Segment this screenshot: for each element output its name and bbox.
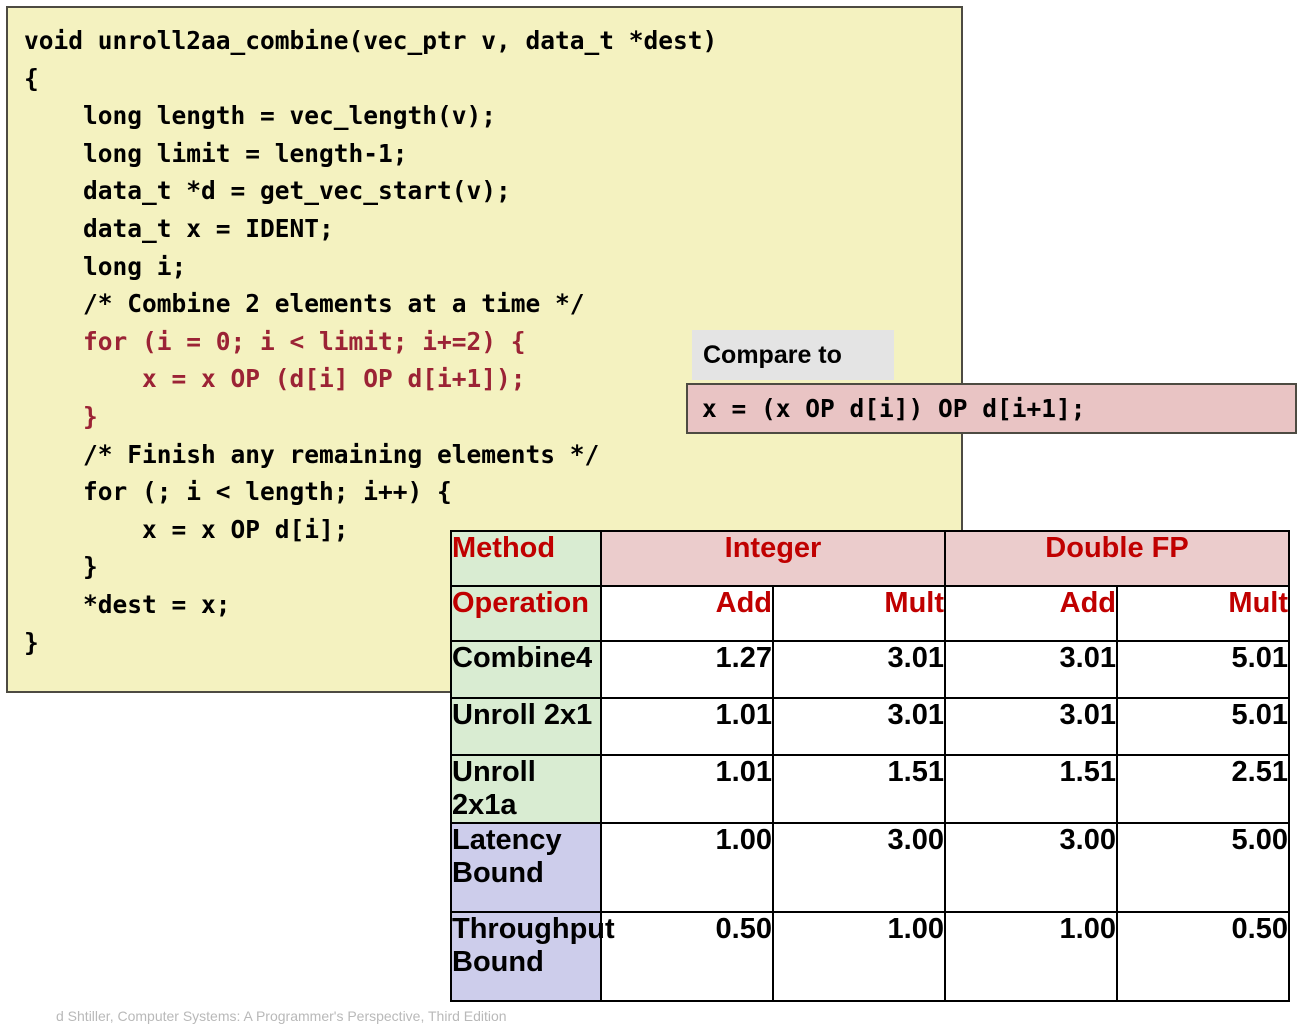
- table-row: Throughput Bound 0.50 1.00 1.00 0.50: [450, 911, 1290, 1002]
- table-body: Method Integer Double FP Operation Add M…: [450, 530, 1290, 1002]
- table-header-row-groups: Method Integer Double FP: [450, 530, 1290, 587]
- compare-to-expression-text: x = (x OP d[i]) OP d[i+1];: [702, 394, 1086, 423]
- cell-r5-c4: 0.50: [1116, 911, 1290, 1002]
- cell-r4-c2: 3.00: [772, 822, 946, 913]
- cell-r1-c3: 3.01: [944, 640, 1118, 699]
- code-line-7: long i;: [24, 251, 187, 281]
- code-line-2: {: [24, 63, 39, 93]
- code-line-13: for (; i < length; i++) {: [24, 477, 452, 507]
- cell-r1-c4: 5.01: [1116, 640, 1290, 699]
- cell-r2-c2: 3.01: [772, 697, 946, 756]
- header-cell-operation: Operation: [450, 585, 602, 642]
- cell-r2-c4: 5.01: [1116, 697, 1290, 756]
- table-header-row-operations: Operation Add Mult Add Mult: [450, 585, 1290, 642]
- code-line-6: data_t x = IDENT;: [24, 213, 334, 243]
- compare-to-label: Compare to: [692, 330, 894, 380]
- header-cell-group-double-fp: Double FP: [944, 530, 1290, 587]
- cell-r3-c2: 1.51: [772, 754, 946, 824]
- row-label-5: Throughput Bound: [450, 911, 615, 1002]
- cell-r5-c1: 0.50: [600, 911, 774, 1002]
- row-label-4: Latency Bound: [450, 822, 602, 913]
- cell-r4-c4: 5.00: [1116, 822, 1290, 913]
- header-cell-group-integer: Integer: [600, 530, 946, 587]
- cell-r1-c2: 3.01: [772, 640, 946, 699]
- header-cell-op-integer-mult: Mult: [772, 585, 946, 642]
- header-cell-op-integer-add: Add: [600, 585, 774, 642]
- cell-r5-c3: 1.00: [944, 911, 1118, 1002]
- cell-r2-c3: 3.01: [944, 697, 1118, 756]
- row-label-1: Combine4: [450, 640, 602, 699]
- footer-attribution: d Shtiller, Computer Systems: A Programm…: [56, 1008, 507, 1024]
- header-cell-op-double-mult: Mult: [1116, 585, 1290, 642]
- code-line-8: /* Combine 2 elements at a time */: [24, 289, 585, 319]
- table-row: Unroll 2x1 1.01 3.01 3.01 5.01: [450, 697, 1290, 756]
- row-label-2: Unroll 2x1: [450, 697, 602, 756]
- code-line-12: /* Finish any remaining elements */: [24, 439, 600, 469]
- table-row: Combine4 1.27 3.01 3.01 5.01: [450, 640, 1290, 699]
- table-row: Latency Bound 1.00 3.00 3.00 5.00: [450, 822, 1290, 913]
- table-row: Unroll 2x1a 1.01 1.51 1.51 2.51: [450, 754, 1290, 824]
- cell-r3-c3: 1.51: [944, 754, 1118, 824]
- cell-r2-c1: 1.01: [600, 697, 774, 756]
- cell-r4-c3: 3.00: [944, 822, 1118, 913]
- performance-results-table: Method Integer Double FP Operation Add M…: [450, 530, 1290, 1002]
- code-line-5: data_t *d = get_vec_start(v);: [24, 176, 511, 206]
- code-line-4: long limit = length-1;: [24, 138, 408, 168]
- row-label-3: Unroll 2x1a: [450, 754, 602, 824]
- compare-to-text: Compare to: [703, 340, 842, 369]
- compare-to-expression-box: x = (x OP d[i]) OP d[i+1];: [686, 383, 1297, 434]
- header-cell-op-double-add: Add: [944, 585, 1118, 642]
- cell-r5-c2: 1.00: [772, 911, 946, 1002]
- header-cell-method: Method: [450, 530, 602, 587]
- cell-r3-c1: 1.01: [600, 754, 774, 824]
- code-line-3: long length = vec_length(v);: [24, 101, 497, 131]
- cell-r3-c4: 2.51: [1116, 754, 1290, 824]
- cell-r1-c1: 1.27: [600, 640, 774, 699]
- code-line-1: void unroll2aa_combine(vec_ptr v, data_t…: [24, 26, 718, 55]
- cell-r4-c1: 1.00: [600, 822, 774, 913]
